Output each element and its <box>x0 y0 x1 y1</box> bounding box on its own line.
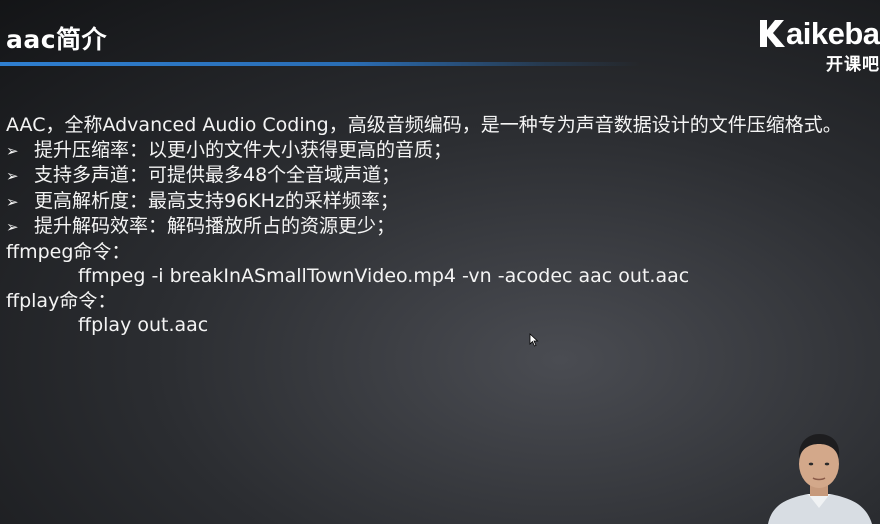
bullet-arrow-icon: ➢ <box>6 167 19 185</box>
ffplay-label: ffplay命令： <box>6 289 117 312</box>
bullet-item: ➢ 提升压缩率：以更小的文件大小获得更高的音质； <box>6 138 874 164</box>
bullet-text: 支持多声道：可提供最多48个全音域声道； <box>34 164 401 186</box>
bullet-item: ➢ 提升解码效率：解码播放所占的资源更少； <box>6 214 874 240</box>
presenter-video-thumbnail <box>768 434 872 524</box>
bullet-arrow-icon: ➢ <box>6 192 19 211</box>
bullet-item: ➢ 支持多声道：可提供最多48个全音域声道； <box>6 163 874 189</box>
mouse-cursor-icon <box>529 333 539 347</box>
logo-wordmark: aikeba <box>786 16 880 51</box>
bullet-item: ➢ 更高解析度：最高支持96KHz的采样频率； <box>6 189 874 215</box>
ffplay-command: ffplay out.aac <box>78 314 209 336</box>
bullet-arrow-icon: ➢ <box>6 218 19 236</box>
brand-logo: aikeba 开课吧 <box>756 14 880 75</box>
ffmpeg-command: ffmpeg -i breakInASmallTownVideo.mp4 -vn… <box>78 265 690 287</box>
kaikeba-k-logo-icon <box>760 20 785 47</box>
intro-text: AAC，全称Advanced Audio Coding，高级音频编码，是一种专为… <box>6 114 842 136</box>
ffmpeg-label: ffmpeg命令： <box>6 240 131 263</box>
bullet-text: 更高解析度：最高支持96KHz的采样频率； <box>34 189 399 212</box>
bullet-text: 提升压缩率：以更小的文件大小获得更高的音质； <box>34 138 453 161</box>
bullet-arrow-icon: ➢ <box>6 141 19 160</box>
title-divider <box>0 62 640 66</box>
slide-content: AAC，全称Advanced Audio Coding，高级音频编码，是一种专为… <box>6 113 874 338</box>
bullet-text: 提升解码效率：解码播放所占的资源更少； <box>34 215 396 237</box>
logo-subtitle: 开课吧 <box>826 55 880 75</box>
slide-title: aac简介 <box>6 25 108 54</box>
